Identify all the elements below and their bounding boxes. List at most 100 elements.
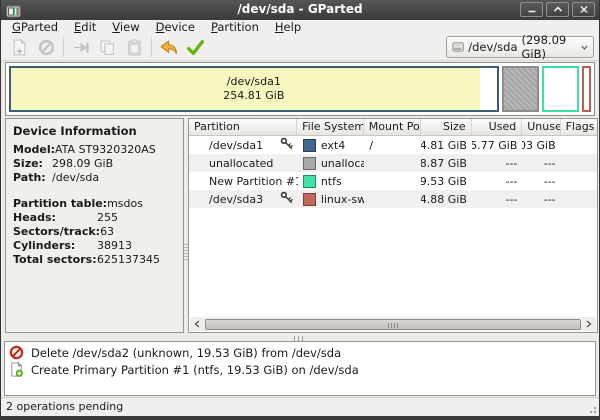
filesystem-color-swatch xyxy=(303,193,316,206)
filesystem-name: linux-swap xyxy=(321,193,365,206)
size-label: Size: xyxy=(13,158,52,170)
create-operation-icon xyxy=(9,362,24,377)
sectors-track-value: 63 xyxy=(100,226,114,238)
disk-segment-new-partition[interactable] xyxy=(542,66,579,112)
row-partition-name: New Partition #1 xyxy=(209,175,298,188)
model-label: Model: xyxy=(13,144,55,156)
mount-point xyxy=(364,154,421,172)
total-sectors-value: 625137345 xyxy=(97,254,160,266)
window-resize-grip[interactable] xyxy=(587,404,597,414)
disk-segment-sda1[interactable]: /dev/sda1 254.81 GiB xyxy=(9,66,499,112)
size-cell: 4.88 GiB xyxy=(421,190,472,208)
chevron-right-icon xyxy=(586,320,592,328)
menu-view[interactable]: View xyxy=(104,20,147,34)
scroll-right-button[interactable] xyxy=(582,317,596,331)
mount-point xyxy=(364,190,421,208)
column-header-unused[interactable]: Unused xyxy=(522,119,560,135)
unused-cell: --- xyxy=(522,172,560,190)
delete-partition-button[interactable] xyxy=(33,35,60,59)
column-header-used[interactable]: Used xyxy=(472,119,523,135)
device-selector[interactable]: /dev/sda (298.09 GiB) xyxy=(446,36,594,58)
scrollbar-thumb[interactable] xyxy=(205,319,581,330)
horizontal-scrollbar[interactable] xyxy=(190,317,596,331)
maximize-icon xyxy=(553,5,563,14)
filesystem-color-swatch xyxy=(303,139,316,152)
row-partition-name: /dev/sda3 xyxy=(209,193,263,206)
resize-move-button[interactable] xyxy=(67,35,94,59)
menu-edit[interactable]: Edit xyxy=(66,20,104,34)
undo-icon xyxy=(159,39,178,56)
operation-item: Delete /dev/sda2 (unknown, 19.53 GiB) fr… xyxy=(9,344,591,361)
size-cell: 254.81 GiB xyxy=(421,136,472,154)
close-icon xyxy=(579,5,589,14)
undo-button[interactable] xyxy=(155,35,182,59)
column-header-size[interactable]: Size xyxy=(421,119,472,135)
column-header-flags[interactable]: Flags xyxy=(561,119,597,135)
disk-segment-unallocated[interactable] xyxy=(502,66,540,112)
apply-icon xyxy=(186,39,205,56)
partition-table-label: Partition table: xyxy=(13,198,107,210)
used-cell: --- xyxy=(472,154,523,172)
column-header-mountpoint[interactable]: Mount Point xyxy=(364,119,421,135)
pending-operations-panel: Delete /dev/sda2 (unknown, 19.53 GiB) fr… xyxy=(4,341,596,396)
filesystem-color-swatch xyxy=(303,175,316,188)
size-value: 298.09 GiB xyxy=(52,158,113,170)
model-value: ATA ST9320320AS xyxy=(55,144,156,156)
used-cell: --- xyxy=(472,172,523,190)
paste-icon xyxy=(126,39,143,56)
device-information-title: Device Information xyxy=(13,124,176,138)
maximize-button[interactable] xyxy=(546,2,569,17)
disk-visual-bar: /dev/sda1 254.81 GiB xyxy=(5,62,595,116)
column-header-filesystem[interactable]: File System xyxy=(297,119,364,135)
column-header-partition[interactable]: Partition xyxy=(189,119,297,135)
partition-table: Partition File System Mount Point Size U… xyxy=(188,118,598,333)
table-row-unallocated[interactable]: unallocated unallocated 18.87 GiB --- --… xyxy=(189,154,597,172)
toolbar-separator xyxy=(151,37,152,57)
filesystem-name: unallocated xyxy=(321,157,365,170)
filesystem-color-swatch xyxy=(303,157,316,170)
device-selector-size: (298.09 GiB) xyxy=(522,33,578,61)
resize-move-icon xyxy=(72,39,90,56)
delete-partition-icon xyxy=(38,39,55,56)
statusbar-text: 2 operations pending xyxy=(6,400,123,413)
statusbar: 2 operations pending xyxy=(1,397,599,416)
toolbar-separator xyxy=(63,37,64,57)
used-cell: --- xyxy=(472,190,523,208)
filesystem-name: ext4 xyxy=(321,139,345,152)
table-row-new-partition[interactable]: New Partition #1 ntfs 19.53 GiB --- --- xyxy=(189,172,597,190)
table-row-sda1[interactable]: /dev/sda1 ext4 / 254.81 GiB 245.77 GiB 9… xyxy=(189,136,597,154)
unused-cell: 9.03 GiB xyxy=(522,136,560,154)
key-icon xyxy=(280,137,293,153)
scroll-left-button[interactable] xyxy=(190,317,204,331)
chevron-left-icon xyxy=(194,320,200,328)
menu-help[interactable]: Help xyxy=(267,20,309,34)
minimize-button[interactable] xyxy=(520,2,543,17)
menu-gparted[interactable]: GParted xyxy=(4,20,66,34)
delete-operation-icon xyxy=(9,345,24,360)
operation-text: Delete /dev/sda2 (unknown, 19.53 GiB) fr… xyxy=(31,346,341,360)
window-title: /dev/sda - GParted xyxy=(1,2,599,16)
titlebar[interactable]: /dev/sda - GParted xyxy=(1,0,599,20)
new-partition-button[interactable] xyxy=(6,35,33,59)
flags-cell xyxy=(561,172,597,190)
filesystem-name: ntfs xyxy=(321,175,342,188)
table-row-sda3[interactable]: /dev/sda3 linux-swap 4.88 GiB --- --- xyxy=(189,190,597,208)
operation-text: Create Primary Partition #1 (ntfs, 19.53… xyxy=(31,363,359,377)
paste-button[interactable] xyxy=(121,35,148,59)
mount-point xyxy=(364,172,421,190)
hard-disk-icon xyxy=(452,40,464,54)
operation-item: Create Primary Partition #1 (ntfs, 19.53… xyxy=(9,361,591,378)
total-sectors-label: Total sectors: xyxy=(13,254,97,266)
cylinders-label: Cylinders: xyxy=(13,240,97,252)
menu-partition[interactable]: Partition xyxy=(203,20,267,34)
copy-button[interactable] xyxy=(94,35,121,59)
apply-button[interactable] xyxy=(182,35,209,59)
menu-device[interactable]: Device xyxy=(148,20,203,34)
chevron-down-icon xyxy=(581,44,588,51)
disk-segment-sda3[interactable] xyxy=(582,66,591,112)
partition-table-header: Partition File System Mount Point Size U… xyxy=(189,119,597,136)
gparted-window: /dev/sda - GParted GParted Edit View Dev… xyxy=(0,0,600,420)
toolbar: /dev/sda (298.09 GiB) xyxy=(1,34,599,61)
close-button[interactable] xyxy=(572,2,595,17)
heads-value: 255 xyxy=(97,212,118,224)
